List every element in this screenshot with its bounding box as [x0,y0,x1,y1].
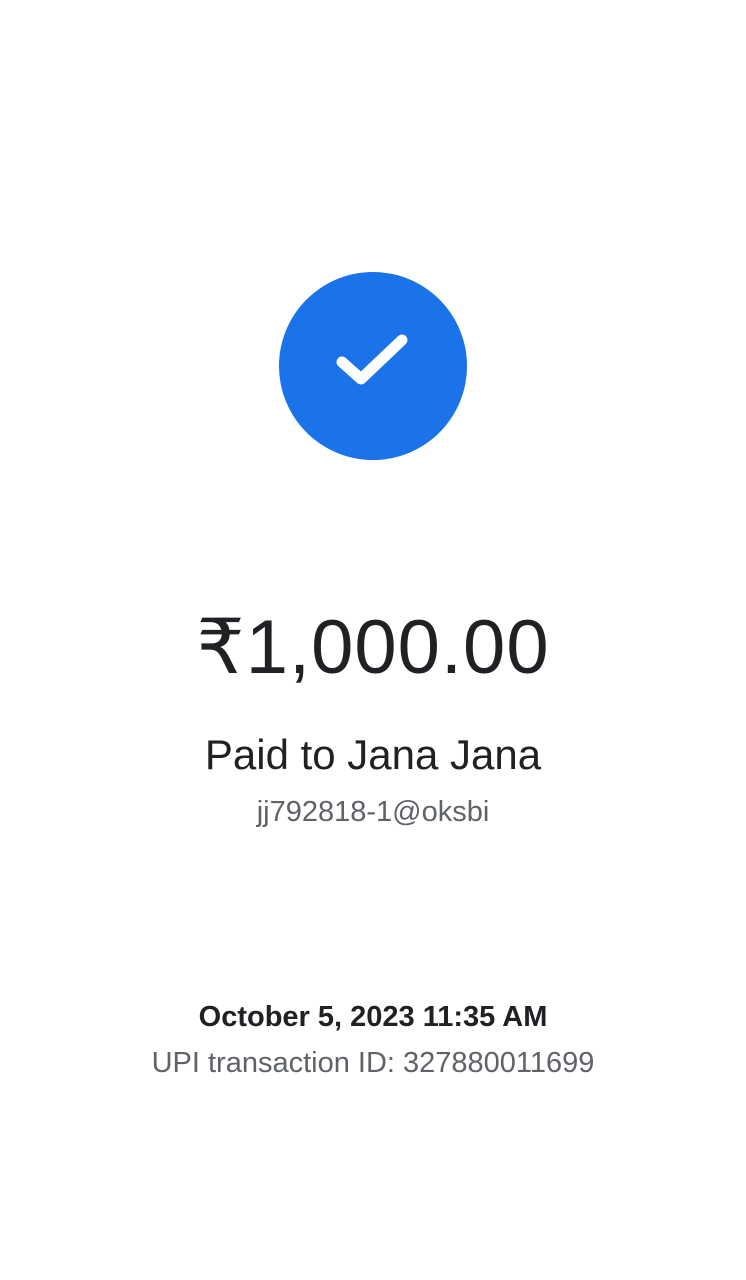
success-badge [279,272,467,460]
payee-name: Paid to Jana Jana [204,731,542,778]
checkmark-icon [336,334,408,385]
payment-success-screen: ₹1,000.00 Paid to Jana Jana jj792818-1@o… [0,0,746,1280]
transaction-datetime: October 5, 2023 11:35 AM [198,1001,548,1033]
payee-upi-id: jj792818-1@oksbi [256,796,490,828]
amount-paid: ₹1,000.00 [196,605,550,690]
upi-transaction-id: UPI transaction ID: 327880011699 [151,1047,595,1079]
